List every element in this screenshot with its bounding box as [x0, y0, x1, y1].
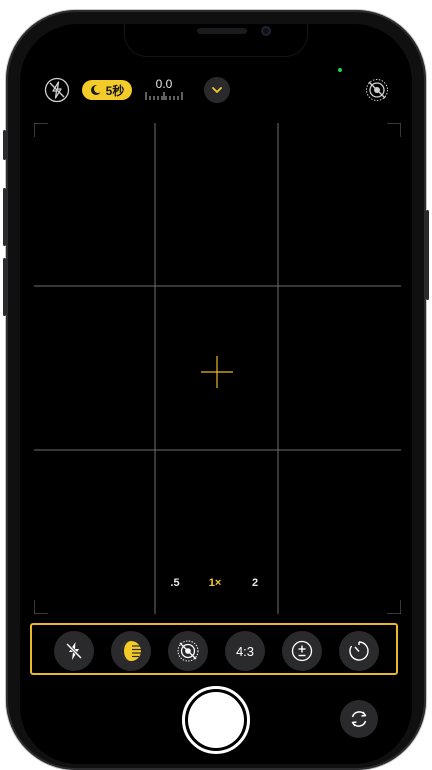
- timer-button[interactable]: [339, 631, 379, 671]
- exposure-value-label: 0.0: [155, 77, 173, 91]
- exposure-scale-ticks: [145, 92, 183, 100]
- flash-button[interactable]: [54, 631, 94, 671]
- shutter-button[interactable]: [182, 686, 250, 754]
- night-mode-icon: [90, 85, 102, 95]
- flash-off-icon[interactable]: [44, 77, 70, 103]
- flash-off-icon: [65, 642, 83, 660]
- controls-toggle-button[interactable]: [204, 77, 230, 103]
- chevron-down-icon: [212, 87, 222, 93]
- shutter-inner: [188, 692, 244, 748]
- notch: [125, 24, 307, 56]
- night-mode-icon: [121, 641, 141, 661]
- exposure-icon: [291, 640, 313, 662]
- focus-crosshair: [201, 356, 233, 388]
- zoom-option-2[interactable]: 2: [240, 577, 270, 589]
- flip-camera-button[interactable]: [340, 700, 378, 738]
- timer-icon: [349, 641, 369, 661]
- earpiece-speaker: [197, 28, 247, 34]
- power-button: [426, 210, 429, 300]
- aspect-ratio-button[interactable]: 4:3: [225, 631, 265, 671]
- zoom-option-0.5[interactable]: .5: [160, 577, 190, 589]
- zoom-selector: .5 1× 2: [160, 572, 270, 594]
- mute-switch: [3, 130, 6, 160]
- aspect-ratio-label: 4:3: [235, 643, 255, 659]
- camera-in-use-indicator: [338, 68, 342, 72]
- volume-down-button: [3, 258, 6, 316]
- volume-up-button: [3, 188, 6, 246]
- night-mode-exposure-pill[interactable]: 5秒: [82, 80, 132, 100]
- night-mode-button[interactable]: [111, 631, 151, 671]
- front-camera: [261, 26, 271, 36]
- exposure-duration-label: 5秒: [105, 83, 125, 98]
- live-photo-button[interactable]: [168, 631, 208, 671]
- zoom-option-1x[interactable]: 1×: [200, 577, 230, 589]
- live-photo-off-icon: [177, 640, 199, 662]
- exposure-button[interactable]: [282, 631, 322, 671]
- live-photo-off-icon[interactable]: [364, 77, 390, 103]
- flip-camera-icon: [351, 711, 367, 727]
